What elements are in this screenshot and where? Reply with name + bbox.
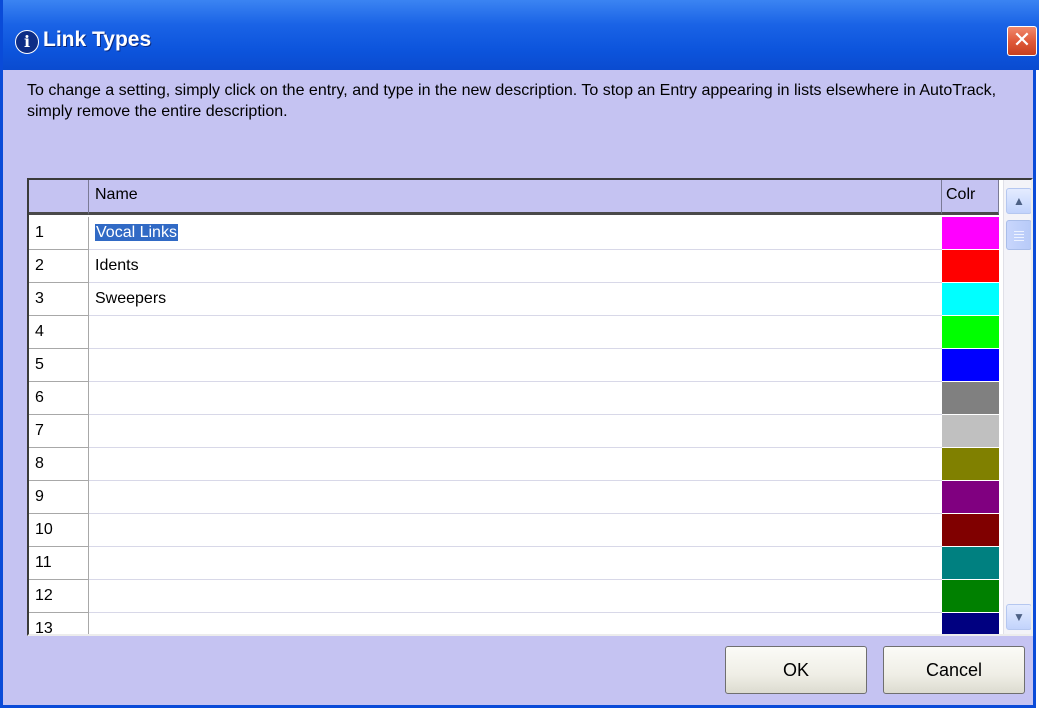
color-swatch[interactable] [942, 217, 999, 250]
row-number: 4 [29, 316, 89, 349]
color-swatch[interactable] [942, 349, 999, 382]
link-types-dialog: i Link Types ✕ To change a setting, simp… [0, 0, 1039, 708]
name-cell[interactable] [89, 547, 942, 580]
vertical-scrollbar[interactable]: ▲ ▼ [1003, 180, 1031, 634]
name-cell[interactable] [89, 415, 942, 448]
scroll-thumb[interactable] [1006, 220, 1031, 250]
table-row[interactable]: 5 [29, 349, 999, 382]
close-button[interactable]: ✕ [1007, 26, 1037, 56]
link-types-grid: Name Colr 1 Vocal Links 2 Idents 3 Sweepers 4 5… [27, 178, 1033, 636]
color-swatch[interactable] [942, 448, 999, 481]
name-cell[interactable] [89, 349, 942, 382]
name-cell[interactable] [89, 316, 942, 349]
table-row[interactable]: 7 [29, 415, 999, 448]
row-number: 12 [29, 580, 89, 613]
dialog-title: Link Types [43, 28, 152, 51]
name-cell[interactable]: Vocal Links [89, 217, 942, 250]
instructions-text: To change a setting, simply click on the… [27, 82, 997, 120]
table-row[interactable]: 4 [29, 316, 999, 349]
table-row[interactable]: 2 Idents [29, 250, 999, 283]
color-swatch[interactable] [942, 415, 999, 448]
color-swatch[interactable] [942, 382, 999, 415]
row-number: 6 [29, 382, 89, 415]
color-swatch[interactable] [942, 580, 999, 613]
color-swatch[interactable] [942, 283, 999, 316]
name-cell[interactable] [89, 382, 942, 415]
row-number: 8 [29, 448, 89, 481]
title-bar[interactable]: i Link Types ✕ [3, 0, 1039, 70]
name-cell[interactable] [89, 514, 942, 547]
row-number: 7 [29, 415, 89, 448]
table-row[interactable]: 12 [29, 580, 999, 613]
row-number: 10 [29, 514, 89, 547]
row-number: 9 [29, 481, 89, 514]
cancel-button[interactable]: Cancel [883, 646, 1025, 694]
table-row[interactable]: 3 Sweepers [29, 283, 999, 316]
color-swatch[interactable] [942, 250, 999, 283]
selected-name-text: Vocal Links [95, 224, 178, 241]
name-cell[interactable]: Idents [89, 250, 942, 283]
color-swatch[interactable] [942, 316, 999, 349]
table-row[interactable]: 10 [29, 514, 999, 547]
row-number: 13 [29, 613, 89, 634]
table-row[interactable]: 6 [29, 382, 999, 415]
ok-button[interactable]: OK [725, 646, 867, 694]
color-swatch[interactable] [942, 547, 999, 580]
table-row[interactable]: 1 Vocal Links [29, 217, 999, 250]
info-icon: i [15, 30, 39, 54]
color-swatch[interactable] [942, 481, 999, 514]
table-row[interactable]: 8 [29, 448, 999, 481]
name-cell[interactable]: Sweepers [89, 283, 942, 316]
table-row[interactable]: 13 [29, 613, 999, 634]
scroll-up-icon[interactable]: ▲ [1006, 188, 1031, 214]
name-cell[interactable] [89, 580, 942, 613]
scroll-down-icon[interactable]: ▼ [1006, 604, 1031, 630]
row-number-header [29, 180, 89, 215]
row-number: 5 [29, 349, 89, 382]
table-row[interactable]: 11 [29, 547, 999, 580]
row-number: 11 [29, 547, 89, 580]
grid-header: Name Colr [29, 180, 1031, 215]
row-number: 2 [29, 250, 89, 283]
color-swatch[interactable] [942, 514, 999, 547]
row-number: 1 [29, 217, 89, 250]
name-cell[interactable] [89, 613, 942, 634]
color-swatch[interactable] [942, 613, 999, 634]
color-column-header[interactable]: Colr [942, 180, 999, 215]
name-column-header[interactable]: Name [89, 180, 942, 215]
row-number: 3 [29, 283, 89, 316]
name-cell[interactable] [89, 448, 942, 481]
name-cell[interactable] [89, 481, 942, 514]
table-row[interactable]: 9 [29, 481, 999, 514]
